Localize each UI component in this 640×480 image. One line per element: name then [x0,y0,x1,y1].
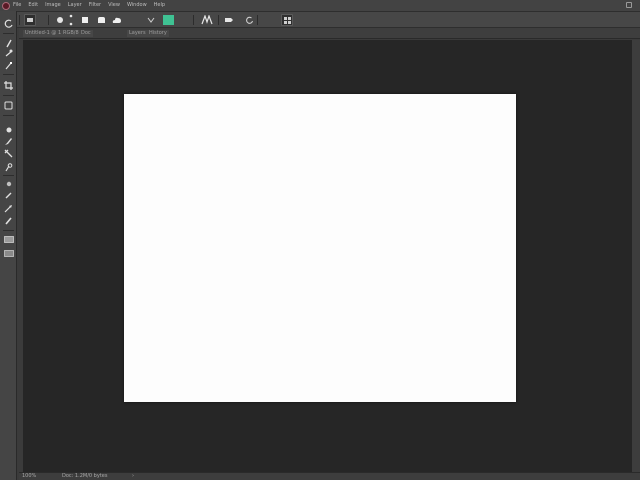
path-select-icon[interactable] [3,249,14,258]
tools-panel [0,11,17,480]
status-bar: 100% Doc: 1.2M/0 bytes › [19,472,640,480]
app-window: File Edit Image Layer Filter View Window… [0,0,640,480]
dodge-icon[interactable] [3,204,14,213]
align-icon[interactable] [281,14,293,26]
pen-icon[interactable] [3,216,14,225]
menu-image[interactable]: Image [45,0,61,11]
move-handle-icon[interactable] [65,14,77,26]
lasso-icon[interactable] [3,49,14,58]
shape-icon [3,271,14,280]
path-icon[interactable] [201,14,213,26]
document-tabs: Untitled-1 @ 100% RGB/8 Doc Layers Histo… [19,28,640,39]
tab-history[interactable]: History [147,30,169,37]
workspace [23,40,632,472]
blur-icon[interactable] [3,191,14,200]
healing-brush-icon[interactable] [3,125,14,134]
right-panel-edge [632,40,640,472]
refresh-icon[interactable] [243,14,255,26]
rectangle-icon[interactable] [79,14,91,26]
brush-icon[interactable] [3,137,14,146]
document-info: Doc: 1.2M/0 bytes [62,473,108,479]
type-icon[interactable] [3,235,14,244]
crop-icon[interactable] [3,81,14,90]
zoom-level[interactable]: 100% [22,473,36,480]
marquee-icon[interactable] [3,39,14,48]
menu-file[interactable]: File [13,0,21,11]
menu-help[interactable]: Help [154,0,165,11]
blank-icon [264,14,276,26]
tab-layers[interactable]: Layers [127,30,148,37]
eyedropper-icon[interactable] [3,101,14,110]
hand-icon [3,311,14,320]
menu-view[interactable]: View [108,0,120,11]
menu-bar: File Edit Image Layer Filter View Window… [0,0,640,11]
fill-color-swatch[interactable] [163,15,174,25]
magic-wand-icon[interactable] [3,61,14,70]
fill-bucket-icon[interactable] [223,14,235,26]
status-menu-arrow[interactable]: › [132,473,134,480]
rounded-shape-icon[interactable] [95,14,107,26]
tab-doc[interactable]: Doc [79,30,93,37]
menu-layer[interactable]: Layer [68,0,82,11]
document-canvas[interactable] [124,94,516,402]
window-restore-icon[interactable] [626,2,632,8]
move-icon[interactable] [3,19,14,28]
clone-stamp-icon[interactable] [3,149,14,158]
tab-color-mode[interactable]: RGB/8 [61,30,81,37]
options-bar [0,11,640,28]
text-mode-icon[interactable] [145,14,157,26]
eraser-icon[interactable] [3,163,14,172]
cloud-shape-icon[interactable] [111,14,123,26]
tool-preset-icon[interactable] [24,14,36,26]
app-logo[interactable] [2,1,10,10]
menu-edit[interactable]: Edit [28,0,38,11]
gradient-icon[interactable] [3,179,14,188]
menu-filter[interactable]: Filter [89,0,101,11]
menu-window[interactable]: Window [127,0,147,11]
